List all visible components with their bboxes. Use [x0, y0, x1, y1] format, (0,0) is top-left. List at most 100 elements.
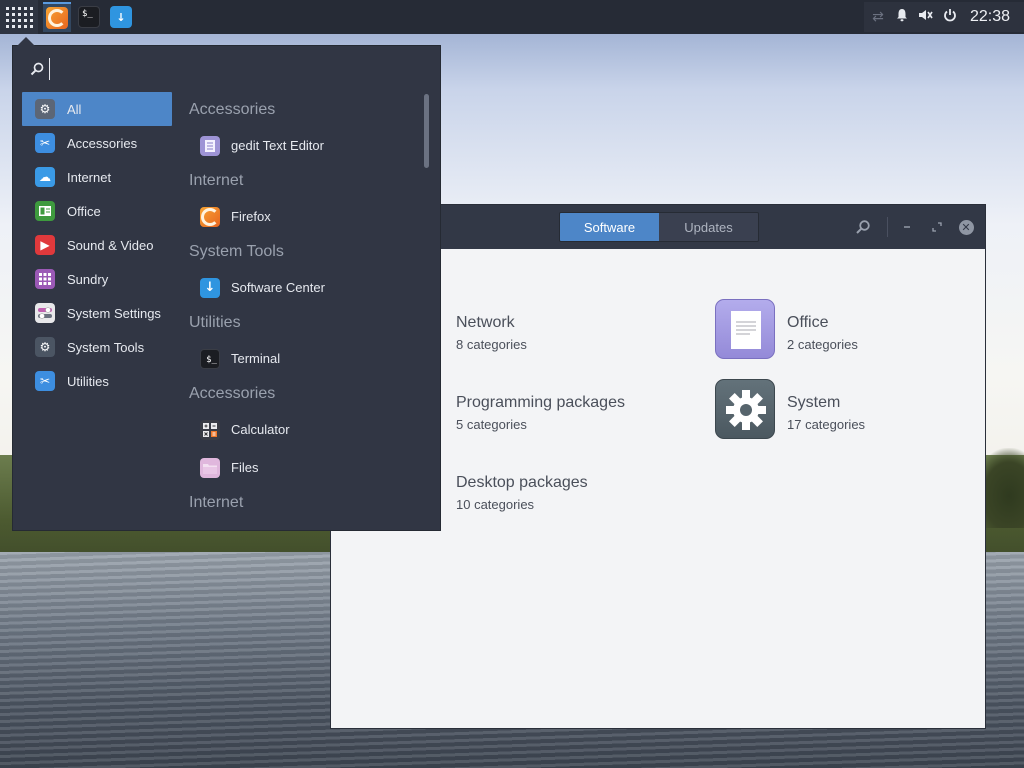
download-arrow-icon: ↓: [200, 277, 220, 298]
cloud-icon: ☁: [35, 167, 55, 187]
category-count: 2 categories: [787, 337, 858, 352]
menu-category-list: ⚙ All ✂ Accessories ☁ Internet Office ▶ …: [22, 92, 172, 398]
section-heading: Internet: [189, 172, 244, 189]
firefox-icon: [200, 206, 220, 227]
search-button[interactable]: [853, 217, 873, 237]
gear-icon: ⚙: [35, 337, 55, 357]
section-heading: System Tools: [189, 243, 284, 260]
app-label: Firefox: [231, 209, 271, 224]
menu-application-list: Accessories gedit Text Editor Internet F…: [189, 92, 421, 522]
menu-category-utilities[interactable]: ✂ Utilities: [22, 364, 172, 398]
menu-category-label: Sundry: [67, 271, 109, 287]
app-label: Files: [231, 460, 259, 475]
category-count: 10 categories: [456, 497, 535, 512]
applications-menu-button[interactable]: [0, 0, 38, 34]
menu-category-label: Office: [67, 203, 101, 219]
app-label: Terminal: [231, 351, 281, 366]
gear-icon: ⚙: [35, 99, 55, 119]
minimize-button[interactable]: [897, 217, 917, 237]
calculator-icon: [200, 419, 220, 440]
document-icon: [35, 201, 55, 221]
app-software-center[interactable]: ↓ Software Center: [189, 270, 421, 305]
app-label: Calculator: [231, 422, 290, 437]
search-icon: [856, 220, 870, 234]
app-calculator[interactable]: Calculator: [189, 412, 421, 447]
app-label: Software Center: [231, 280, 325, 295]
close-icon: ✕: [958, 219, 974, 235]
terminal-icon: $_: [200, 348, 220, 369]
category-count: 8 categories: [456, 337, 527, 352]
taskbar-terminal[interactable]: $_: [75, 2, 103, 32]
tab-software[interactable]: Software: [560, 213, 659, 241]
office-document-icon: [715, 299, 775, 359]
menu-category-sound-video[interactable]: ▶ Sound & Video: [22, 228, 172, 262]
view-switcher: Software Updates: [559, 212, 759, 242]
scissors-icon: ✂: [35, 371, 55, 391]
menu-category-label: All: [67, 101, 82, 117]
menu-category-internet[interactable]: ☁ Internet: [22, 160, 172, 194]
section-heading: Utilities: [189, 314, 241, 331]
system-tray: ⇄ 22:38: [864, 2, 1024, 32]
menu-category-system-tools[interactable]: ⚙ System Tools: [22, 330, 172, 364]
menu-category-accessories[interactable]: ✂ Accessories: [22, 126, 172, 160]
taskbar-software-center[interactable]: ↓: [107, 2, 135, 32]
app-files[interactable]: Files: [189, 450, 421, 485]
play-icon: ▶: [35, 235, 55, 255]
menu-category-all[interactable]: ⚙ All: [22, 92, 172, 126]
category-system[interactable]: System 17 categories: [715, 379, 975, 441]
terminal-icon: $_: [78, 6, 100, 28]
maximize-button[interactable]: [927, 217, 947, 237]
folder-icon: [200, 457, 220, 478]
menu-category-label: Internet: [67, 169, 112, 185]
category-name: Network: [456, 314, 515, 331]
power-icon[interactable]: [942, 8, 958, 26]
application-menu: ⚙ All ✂ Accessories ☁ Internet Office ▶ …: [12, 45, 441, 531]
firefox-icon: [46, 7, 68, 29]
category-count: 17 categories: [787, 417, 866, 432]
download-arrow-icon: ↓: [110, 6, 132, 28]
menu-category-system-settings[interactable]: System Settings: [22, 296, 172, 330]
taskbar-firefox[interactable]: [43, 2, 71, 32]
app-grid-icon: [5, 6, 33, 28]
network-arrows-icon[interactable]: ⇄: [870, 9, 886, 25]
category-office[interactable]: Office 2 categories: [715, 299, 975, 361]
menu-category-label: Sound & Video: [67, 237, 154, 253]
grid-icon: [35, 269, 55, 289]
menu-category-sundry[interactable]: Sundry: [22, 262, 172, 296]
gear-icon: [715, 379, 775, 439]
search-icon: [30, 62, 44, 76]
volume-muted-icon[interactable]: [918, 8, 934, 26]
section-heading: Accessories: [189, 385, 276, 402]
category-name: System: [787, 394, 841, 411]
section-heading: Internet: [189, 494, 244, 511]
menu-category-label: System Settings: [67, 305, 161, 321]
toggles-icon: [35, 303, 55, 323]
category-name: Programming packages: [456, 394, 625, 411]
text-editor-icon: [200, 135, 220, 156]
app-label: gedit Text Editor: [231, 138, 324, 153]
menu-search-input[interactable]: [49, 58, 419, 80]
app-list-scrollbar[interactable]: [424, 94, 429, 168]
bell-icon[interactable]: [894, 8, 910, 26]
maximize-icon: [932, 222, 942, 232]
menu-pointer-arrow: [17, 37, 35, 46]
scissors-icon: ✂: [35, 133, 55, 153]
app-terminal[interactable]: $_ Terminal: [189, 341, 421, 376]
category-count: 5 categories: [456, 417, 527, 432]
menu-search-row: [13, 46, 440, 91]
app-gedit-text-editor[interactable]: gedit Text Editor: [189, 128, 421, 163]
menu-category-label: Utilities: [67, 373, 109, 389]
close-button[interactable]: ✕: [956, 217, 976, 237]
category-name: Desktop packages: [456, 474, 588, 491]
tab-updates[interactable]: Updates: [659, 213, 758, 241]
menu-category-label: Accessories: [67, 135, 138, 151]
menu-category-label: System Tools: [67, 339, 145, 355]
header-separator: [887, 217, 888, 237]
top-panel: $_ ↓ ⇄ 22:38: [0, 0, 1024, 34]
wallpaper-trees: [985, 448, 1024, 528]
menu-category-office[interactable]: Office: [22, 194, 172, 228]
category-name: Office: [787, 314, 829, 331]
minimize-icon: [904, 226, 910, 228]
clock[interactable]: 22:38: [970, 8, 1010, 26]
app-firefox[interactable]: Firefox: [189, 199, 421, 234]
